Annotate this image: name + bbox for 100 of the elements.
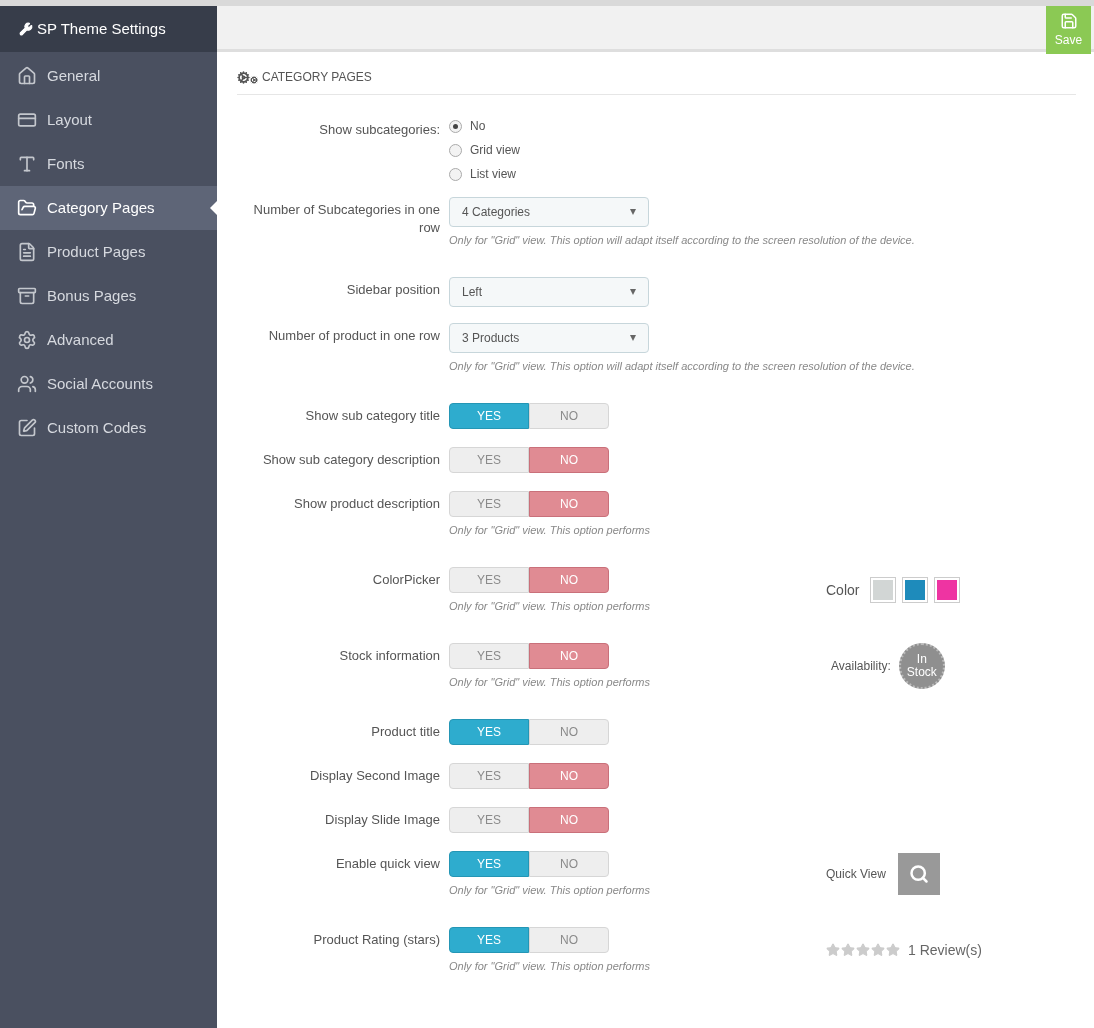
color-swatch[interactable]: [903, 578, 928, 602]
yes-no-switch[interactable]: YES NO: [449, 851, 609, 877]
field-label: Display Second Image: [309, 768, 440, 783]
field-label: Stock information: [339, 648, 440, 663]
no-option[interactable]: NO: [529, 927, 609, 953]
caret-icon: [630, 209, 636, 215]
yes-option[interactable]: YES: [449, 763, 529, 789]
yes-option[interactable]: YES: [449, 851, 529, 877]
sidebar-item[interactable]: Layout: [0, 98, 217, 142]
yes-option[interactable]: YES: [449, 927, 529, 953]
hint-text: Only for "Grid" view. This option performs: [449, 675, 651, 689]
sidebar-item[interactable]: Product Pages: [0, 230, 217, 274]
radio-option[interactable]: No: [449, 117, 1076, 135]
sidebar-title: SP Theme Settings: [37, 18, 166, 39]
sidebar-item[interactable]: General: [0, 54, 217, 98]
star-icon: [841, 943, 855, 957]
letter-icon: [17, 154, 37, 174]
no-option[interactable]: NO: [529, 763, 609, 789]
sidebar-item[interactable]: Fonts: [0, 142, 217, 186]
field-label: Show subcategories:: [319, 122, 440, 137]
caret-icon: [630, 289, 636, 295]
stock-badge: In Stock: [898, 643, 945, 689]
people-icon: [17, 374, 37, 394]
quick-view-button[interactable]: [897, 853, 940, 895]
search-icon: [908, 864, 929, 884]
hint-text: Only for "Grid" view. This option performs: [449, 883, 651, 897]
yes-option[interactable]: YES: [449, 719, 529, 745]
field-label: Number of product in one row: [268, 328, 440, 343]
save-button[interactable]: Save: [1046, 6, 1091, 54]
radio-option[interactable]: List view: [449, 165, 1076, 183]
yes-no-switch[interactable]: YES NO: [449, 403, 609, 429]
sidebar-item[interactable]: Category Pages: [0, 186, 217, 230]
document-icon: [17, 242, 37, 262]
field-label: Show sub category title: [305, 408, 440, 423]
hint-text: Only for "Grid" view. This option will adapt itself according to the screen resolution of the device.: [449, 359, 916, 373]
radio-button[interactable]: [449, 167, 462, 181]
yes-no-switch[interactable]: YES NO: [449, 807, 609, 833]
wrench-icon: [19, 22, 33, 36]
gears-icon: [237, 70, 258, 84]
yes-no-switch[interactable]: YES NO: [449, 719, 609, 745]
field-label: Show sub category description: [262, 452, 440, 467]
color-swatch[interactable]: [935, 578, 960, 602]
radio-option[interactable]: Grid view: [449, 141, 1076, 159]
availability-label: Availability:: [831, 658, 891, 674]
yes-option[interactable]: YES: [449, 447, 529, 473]
sidebar-item[interactable]: Social Accounts: [0, 362, 217, 406]
star-icon: [856, 943, 870, 957]
dropdown-select[interactable]: Left: [449, 277, 649, 307]
archive-icon: [17, 286, 37, 306]
field-label: ColorPicker: [372, 572, 440, 587]
color-label: Color: [826, 581, 860, 600]
field-label: Product Rating (stars): [313, 932, 440, 947]
field-label: Enable quick view: [335, 856, 440, 871]
no-option[interactable]: NO: [529, 719, 609, 745]
color-swatch[interactable]: [871, 578, 896, 602]
no-option[interactable]: NO: [529, 403, 609, 429]
radio-button[interactable]: [449, 143, 462, 157]
hint-text: Only for "Grid" view. This option will adapt itself according to the screen resolution of the device.: [449, 233, 916, 247]
yes-no-switch[interactable]: YES NO: [449, 567, 609, 593]
no-option[interactable]: NO: [529, 807, 609, 833]
quick-view-label: Quick View: [826, 866, 886, 882]
field-label: Number of Subcategories in one row: [253, 202, 440, 235]
field-label: Display Slide Image: [325, 812, 440, 827]
dropdown-select[interactable]: 4 Categories: [449, 197, 649, 227]
yes-no-switch[interactable]: YES NO: [449, 643, 609, 669]
section-title: CATEGORY PAGES: [262, 69, 372, 86]
yes-option[interactable]: YES: [449, 403, 529, 429]
star-icon: [826, 943, 840, 957]
sidebar-item[interactable]: Bonus Pages: [0, 274, 217, 318]
gear-icon: [17, 330, 37, 350]
yes-no-switch[interactable]: YES NO: [449, 491, 609, 517]
hint-text: Only for "Grid" view. This option performs: [449, 523, 651, 537]
yes-option[interactable]: YES: [449, 807, 529, 833]
sidebar-item[interactable]: Custom Codes: [0, 406, 217, 450]
star-icon: [871, 943, 885, 957]
no-option[interactable]: NO: [529, 447, 609, 473]
folder-icon: [17, 198, 37, 218]
field-label: Sidebar position: [346, 282, 440, 297]
no-option[interactable]: NO: [529, 851, 609, 877]
yes-option[interactable]: YES: [449, 567, 529, 593]
no-option[interactable]: NO: [529, 643, 609, 669]
yes-no-switch[interactable]: YES NO: [449, 927, 609, 953]
dropdown-select[interactable]: 3 Products: [449, 323, 649, 353]
star-icon: [886, 943, 900, 957]
sidebar-item[interactable]: Advanced: [0, 318, 217, 362]
review-count: 1 Review(s): [908, 941, 982, 960]
field-label: Show product description: [294, 496, 440, 511]
no-option[interactable]: NO: [529, 491, 609, 517]
home-icon: [17, 66, 37, 86]
radio-button[interactable]: [449, 119, 462, 133]
yes-no-switch[interactable]: YES NO: [449, 763, 609, 789]
yes-option[interactable]: YES: [449, 643, 529, 669]
edit-icon: [17, 418, 37, 438]
yes-option[interactable]: YES: [449, 491, 529, 517]
hint-text: Only for "Grid" view. This option performs: [449, 959, 651, 973]
field-label: Product title: [371, 724, 440, 739]
save-icon: [1059, 12, 1078, 30]
no-option[interactable]: NO: [529, 567, 609, 593]
card-icon: [17, 110, 37, 130]
yes-no-switch[interactable]: YES NO: [449, 447, 609, 473]
